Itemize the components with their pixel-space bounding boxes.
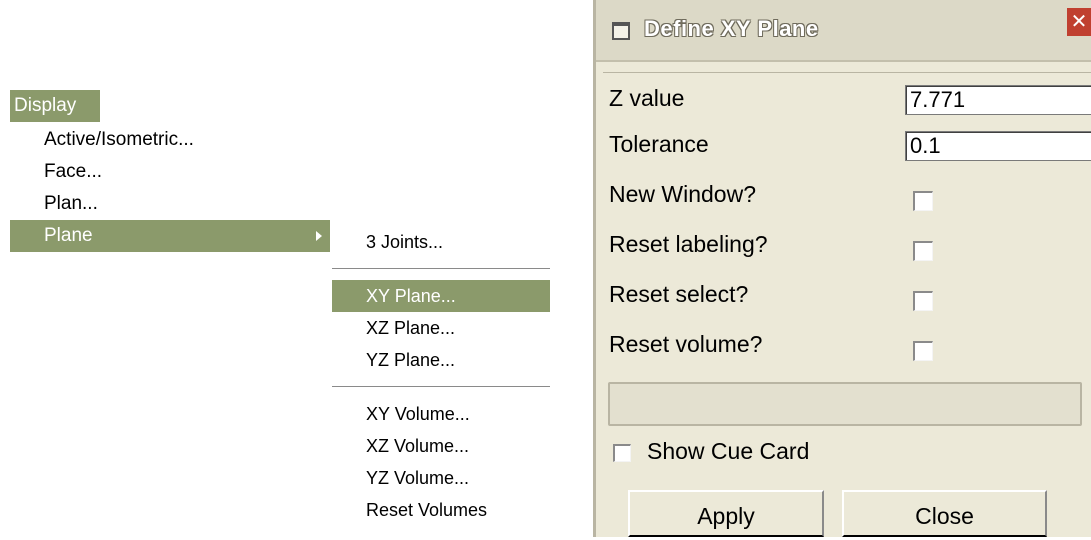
new-window-row: New Window? (609, 175, 1089, 215)
dialog-fields: Z value Tolerance New Window? Reset labe… (603, 72, 1091, 373)
z-value-label: Z value (609, 85, 685, 111)
apply-button[interactable]: Apply (628, 490, 824, 537)
dialog-titlebar[interactable]: Define XY Plane ✕ (596, 0, 1091, 62)
z-value-input[interactable] (905, 85, 1091, 115)
reset-labeling-label: Reset labeling? (609, 231, 768, 257)
reset-labeling-row: Reset labeling? (609, 225, 1089, 265)
show-cue-card-label: Show Cue Card (647, 438, 810, 464)
submenu-separator (332, 268, 550, 269)
define-xy-plane-dialog: Define XY Plane ✕ Z value Tolerance New … (593, 0, 1091, 537)
reset-select-row: Reset select? (609, 275, 1089, 315)
close-icon[interactable]: ✕ (1067, 8, 1091, 36)
menu-item-plane[interactable]: Plane (10, 220, 330, 252)
submenu-item-3-joints[interactable]: 3 Joints... (332, 226, 550, 258)
submenu-separator (332, 386, 550, 387)
submenu-arrow-icon (316, 231, 322, 241)
new-window-checkbox[interactable] (913, 191, 933, 211)
submenu-item-yz-volume[interactable]: YZ Volume... (332, 462, 550, 494)
submenu-item-reset-volumes[interactable]: Reset Volumes (332, 494, 550, 526)
display-menu: Active/Isometric... Face... Plan... Plan… (10, 124, 330, 252)
submenu-item-xz-plane[interactable]: XZ Plane... (332, 312, 550, 344)
tolerance-label: Tolerance (609, 131, 709, 157)
window-icon (612, 22, 630, 40)
menu-item-plane-label: Plane (44, 225, 93, 246)
reset-volume-label: Reset volume? (609, 331, 763, 357)
new-window-label: New Window? (609, 181, 756, 207)
show-cue-card-row: Show Cue Card (613, 438, 913, 468)
show-cue-card-checkbox[interactable] (613, 444, 631, 462)
submenu-item-xy-plane[interactable]: XY Plane... (332, 280, 550, 312)
reset-volume-row: Reset volume? (609, 325, 1089, 365)
status-bar (608, 382, 1082, 426)
reset-labeling-checkbox[interactable] (913, 241, 933, 261)
display-menu-header[interactable]: Display (10, 90, 100, 122)
submenu-item-yz-plane[interactable]: YZ Plane... (332, 344, 550, 376)
tolerance-input[interactable] (905, 131, 1091, 161)
z-value-row: Z value (609, 79, 1091, 119)
dialog-title: Define XY Plane (644, 16, 819, 41)
tolerance-row: Tolerance (609, 125, 1091, 165)
submenu-item-xy-volume[interactable]: XY Volume... (332, 398, 550, 430)
reset-select-checkbox[interactable] (913, 291, 933, 311)
menu-item-active-isometric[interactable]: Active/Isometric... (10, 124, 330, 156)
submenu-item-xz-volume[interactable]: XZ Volume... (332, 430, 550, 462)
menu-item-plan[interactable]: Plan... (10, 188, 330, 220)
reset-select-label: Reset select? (609, 281, 749, 307)
close-button[interactable]: Close (842, 490, 1047, 537)
menu-item-face[interactable]: Face... (10, 156, 330, 188)
reset-volume-checkbox[interactable] (913, 341, 933, 361)
plane-submenu: 3 Joints... XY Plane... XZ Plane... YZ P… (332, 226, 550, 526)
